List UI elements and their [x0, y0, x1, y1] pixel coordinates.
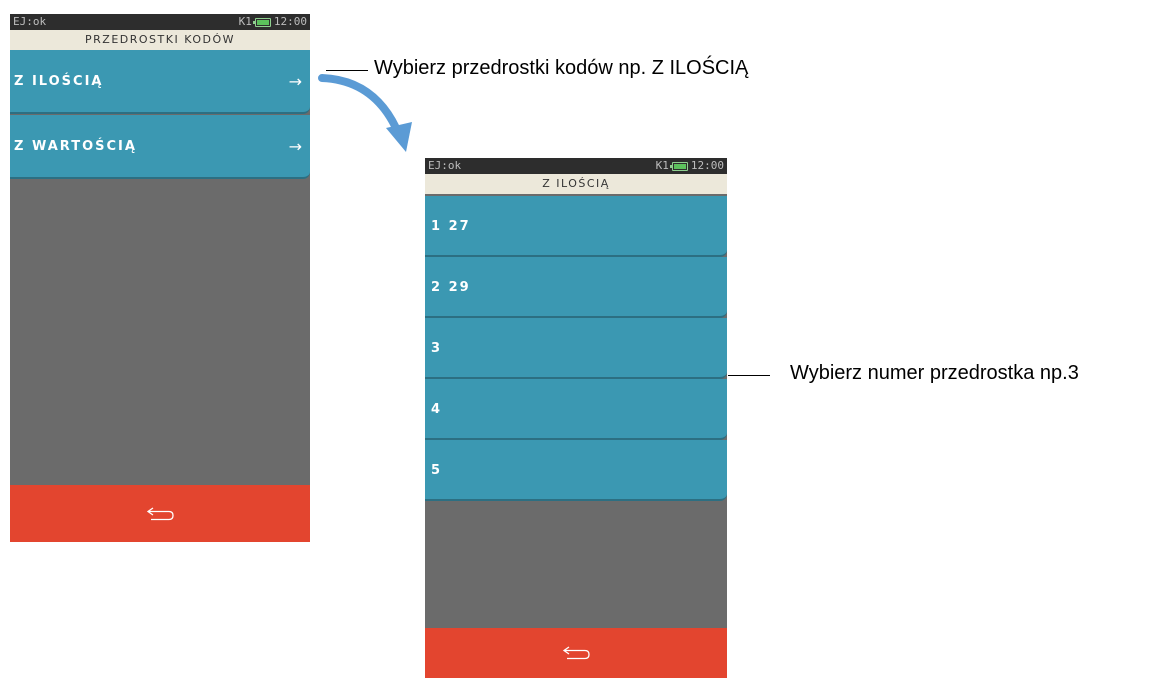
device-screen-prefix-types: EJ:ok K1 12:00 PRZEDROSTKI KODÓW Z ILOŚC… — [10, 14, 310, 542]
battery-icon — [252, 17, 271, 27]
status-k1: K1 — [655, 159, 669, 172]
callout-line-right — [728, 375, 770, 376]
return-arrow-icon — [562, 646, 590, 660]
prefix-item-5[interactable]: 5 — [425, 440, 727, 501]
status-k1: K1 — [238, 15, 252, 28]
prefix-item-3[interactable]: 3 — [425, 318, 727, 379]
page: EJ:ok K1 12:00 PRZEDROSTKI KODÓW Z ILOŚC… — [0, 0, 1149, 678]
status-right: K1 12:00 — [656, 158, 724, 174]
menu-item-z-iloscia[interactable]: Z ILOŚCIĄ → — [10, 50, 310, 114]
status-bar: EJ:ok K1 12:00 — [10, 14, 310, 30]
prefix-item-1[interactable]: 1 27 — [425, 196, 727, 257]
back-button[interactable] — [425, 628, 727, 678]
callout-text-right: Wybierz numer przedrostka np.3 — [790, 362, 1079, 384]
status-right: K1 12:00 — [239, 14, 307, 30]
menu-list: Z ILOŚCIĄ → Z WARTOŚCIĄ → — [10, 50, 310, 179]
status-time: 12:00 — [273, 15, 307, 28]
status-ej: EJ:ok — [13, 15, 47, 28]
prefix-list: 1 27 2 29 3 4 5 — [425, 196, 727, 501]
arrow-right-icon: → — [288, 72, 302, 91]
menu-item-z-wartoscia[interactable]: Z WARTOŚCIĄ → — [10, 115, 310, 179]
status-ej: EJ:ok — [428, 159, 462, 172]
battery-icon — [669, 161, 688, 171]
menu-item-label: Z WARTOŚCIĄ — [14, 139, 137, 154]
arrow-right-icon: → — [288, 137, 302, 156]
status-bar: EJ:ok K1 12:00 — [425, 158, 727, 174]
device-screen-prefix-numbers: EJ:ok K1 12:00 Z ILOŚCIĄ 1 27 2 29 3 4 5 — [425, 158, 727, 678]
prefix-item-4[interactable]: 4 — [425, 379, 727, 440]
menu-item-label: Z ILOŚCIĄ — [14, 74, 104, 89]
callout-line-top — [326, 70, 368, 71]
back-button[interactable] — [10, 485, 310, 542]
callout-text-top: Wybierz przedrostki kodów np. Z ILOŚCIĄ — [374, 57, 749, 79]
screen-title: Z ILOŚCIĄ — [425, 174, 727, 194]
return-arrow-icon — [146, 506, 174, 520]
screen-title: PRZEDROSTKI KODÓW — [10, 30, 310, 50]
prefix-item-2[interactable]: 2 29 — [425, 257, 727, 318]
status-time: 12:00 — [690, 159, 724, 172]
